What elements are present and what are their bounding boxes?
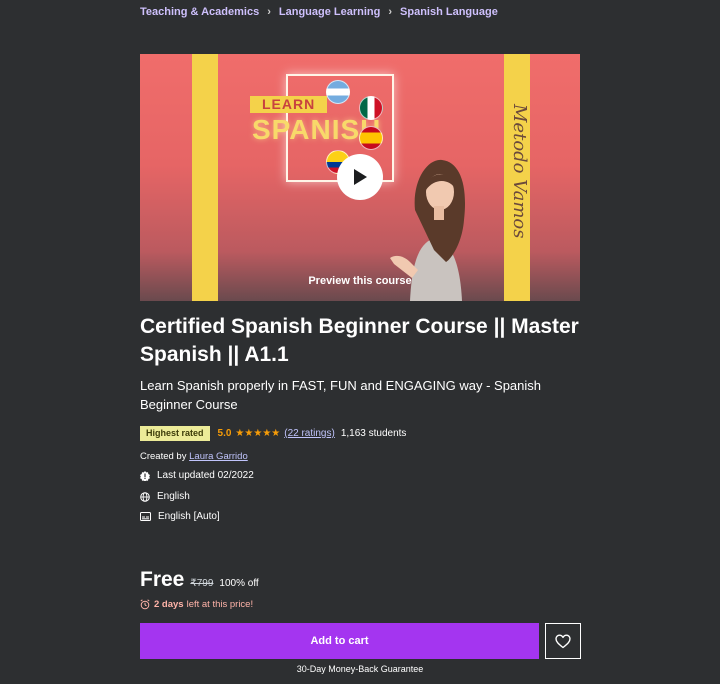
discount-percent: 100% off [219,578,259,589]
globe-icon [140,491,150,502]
alert-badge-icon [140,470,150,481]
breadcrumb: Teaching & Academics › Language Learning… [140,6,498,18]
timer-text: left at this price! [186,599,254,610]
language-row: English [140,491,190,502]
spain-flag-icon [359,126,383,150]
created-by: Created by Laura Garrido [140,451,248,462]
instructor-link[interactable]: Laura Garrido [189,451,248,462]
mexico-flag-icon [359,96,383,120]
rating-score: 5.0 [217,428,232,439]
original-price: ₹799 [190,578,214,589]
add-to-cart-button[interactable]: Add to cart [140,623,539,659]
play-icon[interactable] [337,154,383,200]
students-count: 1,163 students [340,428,407,439]
course-title: Certified Spanish Beginner Course || Mas… [140,315,579,366]
breadcrumb-teaching-academics[interactable]: Teaching & Academics [140,6,259,18]
thumbnail-stripe-left [192,54,218,301]
alarm-clock-icon [140,599,150,610]
current-price: Free [140,568,185,591]
star-rating-icon: ★★★★★ [235,428,281,439]
thumbnail-side-text: Metodo Vamos [509,104,530,239]
heart-icon [555,634,571,648]
language-text: English [157,491,190,502]
breadcrumb-language-learning[interactable]: Language Learning [279,6,380,18]
money-back-guarantee: 30-Day Money-Back Guarantee [296,664,424,674]
created-by-prefix: Created by [140,451,187,462]
timer-days: 2 days [154,599,184,610]
ratings-count-link[interactable]: (22 ratings) [284,428,335,439]
breadcrumb-separator: › [388,6,393,18]
captions-row: English [Auto] [140,511,220,522]
course-preview-video[interactable]: LEARN SPANISH Metodo Vamos Preview this … [140,54,580,301]
breadcrumb-separator: › [267,6,271,18]
last-updated-text: Last updated 02/2022 [157,470,254,481]
price-timer: 2 days left at this price! [140,599,253,610]
highest-rated-badge: Highest rated [140,426,210,441]
closed-captions-icon [140,512,151,521]
breadcrumb-spanish-language[interactable]: Spanish Language [400,6,498,18]
captions-text: English [Auto] [158,511,220,522]
thumbnail-learn-text: LEARN [250,96,328,113]
price-row: Free ₹799 100% off [140,568,259,592]
argentina-flag-icon [326,80,350,104]
course-subtitle: Learn Spanish properly in FAST, FUN and … [140,378,542,412]
wishlist-button[interactable] [545,623,581,659]
rating-row: Highest rated 5.0 ★★★★★ (22 ratings) 1,1… [140,426,406,441]
preview-course-label: Preview this course [308,275,412,287]
last-updated-row: Last updated 02/2022 [140,470,254,481]
